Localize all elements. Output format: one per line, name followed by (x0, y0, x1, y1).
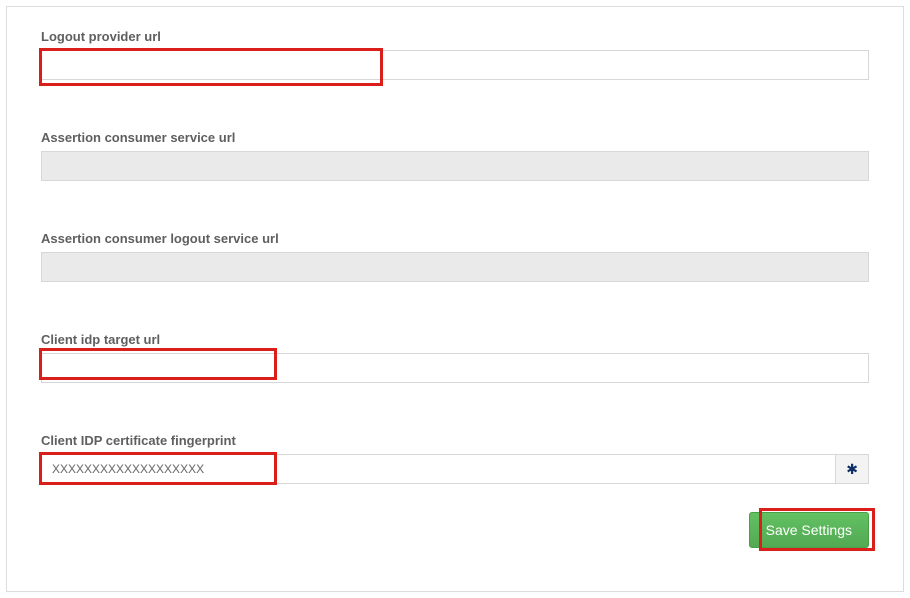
input-wrap: ✱ (41, 454, 869, 484)
certificate-button[interactable]: ✱ (836, 454, 869, 484)
logout-provider-url-input[interactable] (41, 50, 869, 80)
assertion-consumer-logout-service-url-input (41, 252, 869, 282)
client-idp-target-url-input[interactable] (41, 353, 869, 383)
form-group-client-idp-target-url: Client idp target url (41, 332, 869, 383)
input-row: ✱ (41, 454, 869, 484)
settings-panel: Logout provider url Assertion consumer s… (6, 6, 904, 592)
client-idp-certificate-fingerprint-input[interactable] (41, 454, 836, 484)
form-group-logout-provider-url: Logout provider url (41, 29, 869, 80)
form-group-client-idp-certificate-fingerprint: Client IDP certificate fingerprint ✱ (41, 433, 869, 484)
form-group-assertion-consumer-logout-service-url: Assertion consumer logout service url (41, 231, 869, 282)
input-wrap (41, 353, 869, 383)
input-wrap (41, 50, 869, 80)
label-assertion-consumer-logout-service-url: Assertion consumer logout service url (41, 231, 869, 246)
label-logout-provider-url: Logout provider url (41, 29, 869, 44)
label-client-idp-target-url: Client idp target url (41, 332, 869, 347)
certificate-icon: ✱ (846, 461, 858, 478)
label-client-idp-certificate-fingerprint: Client IDP certificate fingerprint (41, 433, 869, 448)
button-row: Save Settings (41, 512, 869, 548)
label-assertion-consumer-service-url: Assertion consumer service url (41, 130, 869, 145)
assertion-consumer-service-url-input (41, 151, 869, 181)
save-settings-button[interactable]: Save Settings (749, 512, 869, 548)
form-group-assertion-consumer-service-url: Assertion consumer service url (41, 130, 869, 181)
